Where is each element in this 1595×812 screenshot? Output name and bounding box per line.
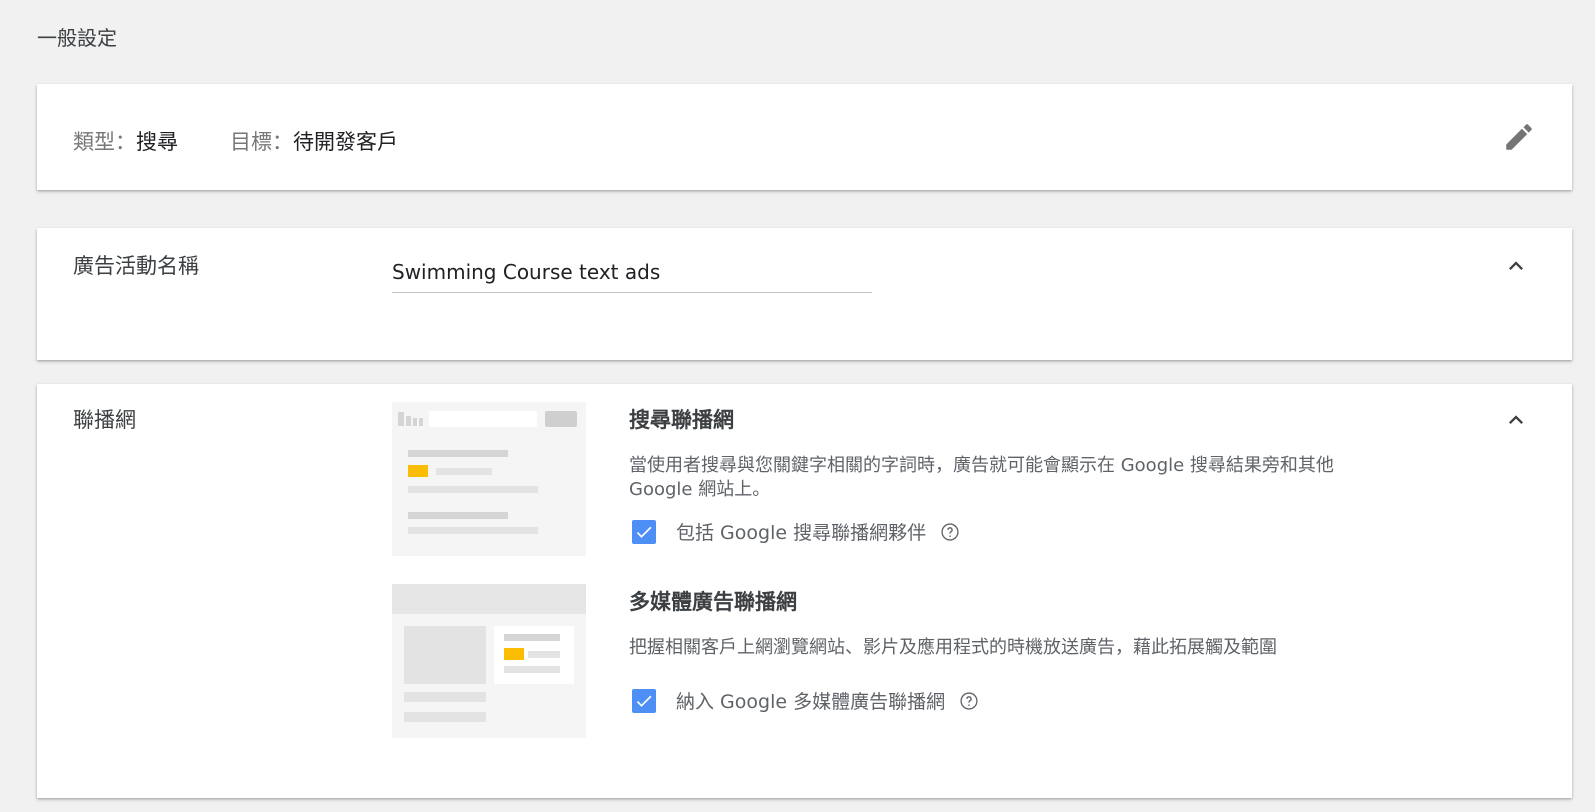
- campaign-name-card: 廣告活動名稱: [37, 228, 1572, 360]
- display-network-title: 多媒體廣告聯播網: [629, 590, 797, 614]
- search-network-description: 當使用者搜尋與您關鍵字相關的字詞時，廣告就可能會顯示在 Google 搜尋結果旁…: [629, 455, 1334, 500]
- type-key: 類型：: [73, 130, 136, 154]
- goal-key: 目標：: [230, 130, 293, 154]
- display-network-checkbox[interactable]: [632, 688, 656, 713]
- search-network-illustration: [392, 402, 586, 556]
- search-network-title: 搜尋聯播網: [629, 408, 734, 432]
- chevron-up-icon[interactable]: [1502, 252, 1530, 280]
- display-network-illustration: [392, 584, 586, 738]
- display-network-option: 納入 Google 多媒體廣告聯播網: [632, 687, 979, 714]
- display-network-description: 把握相關客戶上網瀏覽網站、影片及應用程式的時機放送廣告，藉此拓展觸及範圍: [629, 637, 1277, 658]
- campaign-type-card: 類型：搜尋 目標：待開發客戶: [37, 84, 1572, 190]
- type-goal-row: 類型：搜尋 目標：待開發客戶: [73, 126, 450, 156]
- chevron-up-icon[interactable]: [1502, 406, 1530, 434]
- search-partners-checkbox[interactable]: [632, 519, 656, 544]
- type-value: 搜尋: [136, 130, 178, 154]
- pencil-icon[interactable]: [1502, 120, 1536, 154]
- network-label: 聯播網: [73, 408, 136, 432]
- campaign-name-input[interactable]: [392, 252, 872, 293]
- search-partners-label: 包括 Google 搜尋聯播網夥伴: [676, 522, 927, 544]
- campaign-name-label: 廣告活動名稱: [73, 254, 199, 278]
- goal-value: 待開發客戶: [293, 130, 398, 154]
- section-title: 一般設定: [37, 26, 117, 50]
- network-card: 聯播網 搜尋聯播網 當使用者搜尋與您關鍵字相關的字詞時，廣告就可能會顯示在 Go…: [37, 384, 1572, 798]
- display-network-label: 納入 Google 多媒體廣告聯播網: [676, 691, 946, 713]
- help-icon[interactable]: [959, 691, 979, 711]
- help-icon[interactable]: [940, 522, 960, 542]
- search-partners-option: 包括 Google 搜尋聯播網夥伴: [632, 518, 960, 545]
